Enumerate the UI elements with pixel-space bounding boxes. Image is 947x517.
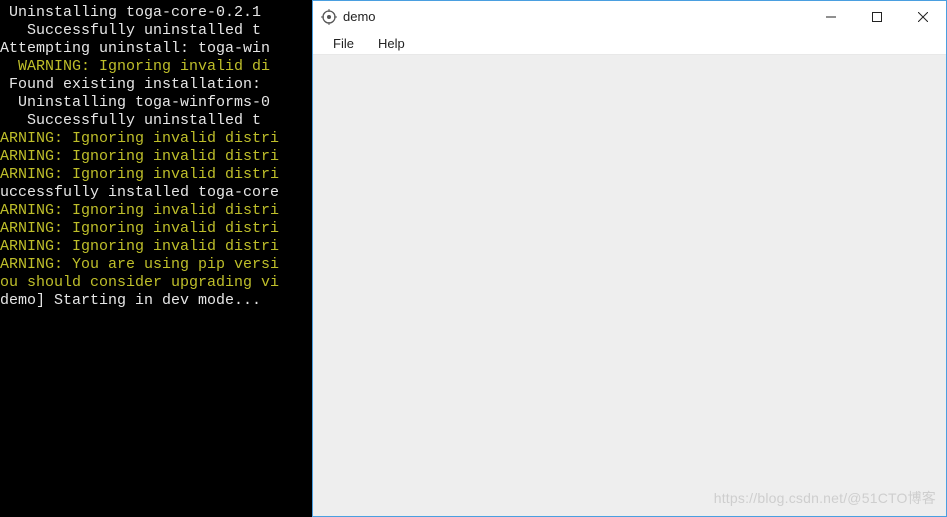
terminal-line: ARNING: Ignoring invalid distri [0, 148, 312, 166]
terminal-line: ARNING: Ignoring invalid distri [0, 130, 312, 148]
title-left: demo [321, 9, 376, 25]
maximize-button[interactable] [854, 1, 900, 32]
terminal-line: ARNING: Ignoring invalid distri [0, 166, 312, 184]
terminal-line: Uninstalling toga-core-0.2.1 [0, 4, 312, 22]
titlebar[interactable]: demo [313, 1, 946, 32]
terminal-line: Uninstalling toga-winforms-0 [0, 94, 312, 112]
app-icon [321, 9, 337, 25]
terminal-line: ARNING: You are using pip versi [0, 256, 312, 274]
terminal-line: ARNING: Ignoring invalid distri [0, 238, 312, 256]
app-window: demo File Help https://blog.csdn.net/@51… [312, 0, 947, 517]
watermark-text: https://blog.csdn.net/@51CTO博客 [714, 488, 936, 508]
minimize-icon [826, 12, 836, 22]
window-title: demo [343, 9, 376, 24]
menubar: File Help [313, 32, 946, 55]
terminal-line: ou should consider upgrading vi [0, 274, 312, 292]
maximize-icon [872, 12, 882, 22]
terminal-line: ARNING: Ignoring invalid distri [0, 220, 312, 238]
terminal-line: Found existing installation: [0, 76, 312, 94]
close-button[interactable] [900, 1, 946, 32]
terminal-line: demo] Starting in dev mode... [0, 292, 312, 310]
window-controls [808, 1, 946, 32]
close-icon [918, 12, 928, 22]
terminal-line: Successfully uninstalled t [0, 22, 312, 40]
menu-file[interactable]: File [323, 34, 364, 53]
menu-help[interactable]: Help [368, 34, 415, 53]
terminal-line: Attempting uninstall: toga-win [0, 40, 312, 58]
minimize-button[interactable] [808, 1, 854, 32]
screen: Uninstalling toga-core-0.2.1 Successfull… [0, 0, 947, 517]
terminal-line: WARNING: Ignoring invalid di [0, 58, 312, 76]
terminal-line: ARNING: Ignoring invalid distri [0, 202, 312, 220]
terminal-line: Successfully uninstalled t [0, 112, 312, 130]
terminal-pane[interactable]: Uninstalling toga-core-0.2.1 Successfull… [0, 0, 312, 517]
client-area: https://blog.csdn.net/@51CTO博客 [313, 55, 946, 516]
terminal-line: uccessfully installed toga-core [0, 184, 312, 202]
